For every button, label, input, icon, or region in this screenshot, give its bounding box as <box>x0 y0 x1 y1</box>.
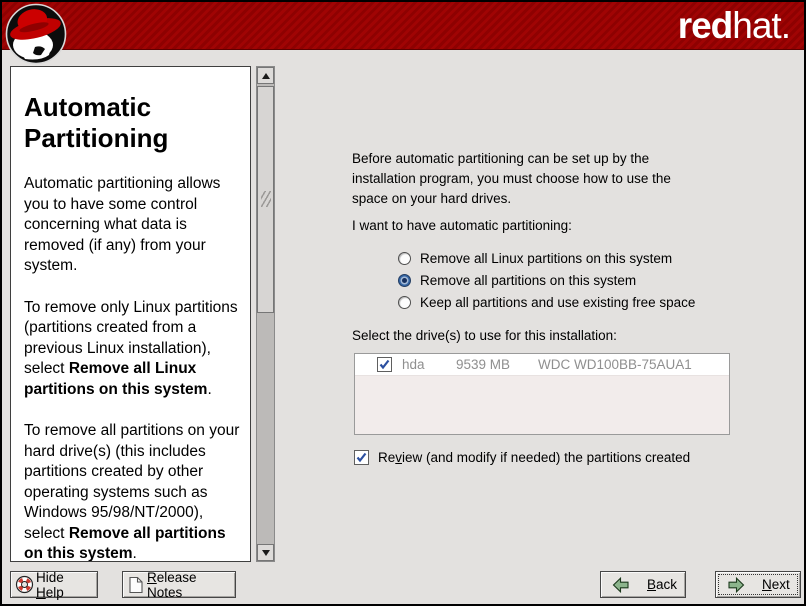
scrollbar-down-button[interactable] <box>257 544 274 561</box>
scrollbar-up-button[interactable] <box>257 67 274 84</box>
help-panel: Automatic Partitioning Automatic partiti… <box>10 66 251 562</box>
header-banner: redhat. <box>2 2 804 50</box>
intro-text: Before automatic partitioning can be set… <box>352 149 682 209</box>
label-pre: Hide <box>36 570 64 585</box>
wordmark-dot: . <box>781 5 790 46</box>
label-mnemonic: B <box>647 577 656 592</box>
help-paragraph-1: Automatic partitioning allows you to hav… <box>24 174 240 277</box>
arrow-up-icon <box>262 73 270 79</box>
radio-label: Remove all Linux partitions on this syst… <box>420 251 672 266</box>
review-label-mnemonic: v <box>395 450 402 465</box>
redhat-wordmark: redhat. <box>678 5 790 47</box>
hide-help-button[interactable]: Hide Help <box>10 571 98 598</box>
radio-button-selected-icon <box>398 274 411 287</box>
hide-help-label: Hide Help <box>36 570 93 600</box>
help-title: Automatic Partitioning <box>24 92 240 154</box>
radio-button-icon <box>398 296 411 309</box>
help-scrollbar[interactable] <box>256 66 275 562</box>
help-paragraph-3: To remove all partitions on your hard dr… <box>24 421 240 562</box>
arrow-down-icon <box>262 550 270 556</box>
redhat-shadowman-logo-icon <box>5 3 69 67</box>
radio-keep-all[interactable]: Keep all partitions and use existing fre… <box>398 291 695 313</box>
review-partitions-checkbox-row[interactable]: Review (and modify if needed) the partit… <box>354 450 690 465</box>
label-post: ack <box>656 577 677 592</box>
label-post: elp <box>46 585 64 600</box>
wordmark-hat: hat <box>732 5 780 46</box>
help-p2-period: . <box>207 381 211 398</box>
radio-label: Remove all partitions on this system <box>420 273 636 288</box>
release-notes-label: Release Notes <box>147 570 230 600</box>
life-preserver-icon <box>15 575 34 594</box>
review-checkbox-checked-icon[interactable] <box>354 450 369 465</box>
radio-remove-all[interactable]: Remove all partitions on this system <box>398 269 695 291</box>
radio-label: Keep all partitions and use existing fre… <box>420 295 695 310</box>
release-notes-button[interactable]: Release Notes <box>122 571 236 598</box>
help-p3-period: . <box>133 545 137 562</box>
review-label-post: iew (and modify if needed) the partition… <box>402 450 690 465</box>
installer-window: redhat. Automatic Partitioning Automatic… <box>0 0 806 606</box>
back-button[interactable]: Back <box>600 571 686 598</box>
back-label: Back <box>647 577 677 592</box>
drive-model: WDC WD100BB-75AUA1 <box>538 357 692 372</box>
drive-size: 9539 MB <box>456 357 528 372</box>
drive-listbox[interactable]: hda 9539 MB WDC WD100BB-75AUA1 <box>354 353 730 435</box>
scrollbar-thumb[interactable] <box>257 86 274 313</box>
label-mnemonic: N <box>762 577 772 592</box>
radio-button-icon <box>398 252 411 265</box>
next-button[interactable]: Next <box>715 571 801 598</box>
radio-remove-linux[interactable]: Remove all Linux partitions on this syst… <box>398 247 695 269</box>
review-label-pre: Re <box>378 450 395 465</box>
arrow-left-icon <box>612 577 630 593</box>
label-post: ext <box>772 577 790 592</box>
help-paragraph-2: To remove only Linux partitions (partiti… <box>24 298 240 401</box>
drive-name: hda <box>402 357 446 372</box>
partitioning-radio-group: Remove all Linux partitions on this syst… <box>398 247 695 313</box>
label-mnemonic: R <box>147 570 157 585</box>
drive-select-label: Select the drive(s) to use for this inst… <box>352 328 617 343</box>
document-icon <box>128 576 144 594</box>
label-mnemonic: H <box>36 585 46 600</box>
arrow-right-icon <box>727 577 745 593</box>
partitioning-prompt: I want to have automatic partitioning: <box>352 218 572 233</box>
drive-checkbox-checked-icon[interactable] <box>377 357 392 372</box>
wordmark-red: red <box>678 5 733 46</box>
next-label: Next <box>762 577 790 592</box>
drive-row-hda[interactable]: hda 9539 MB WDC WD100BB-75AUA1 <box>355 354 729 376</box>
review-checkbox-label: Review (and modify if needed) the partit… <box>378 450 690 465</box>
